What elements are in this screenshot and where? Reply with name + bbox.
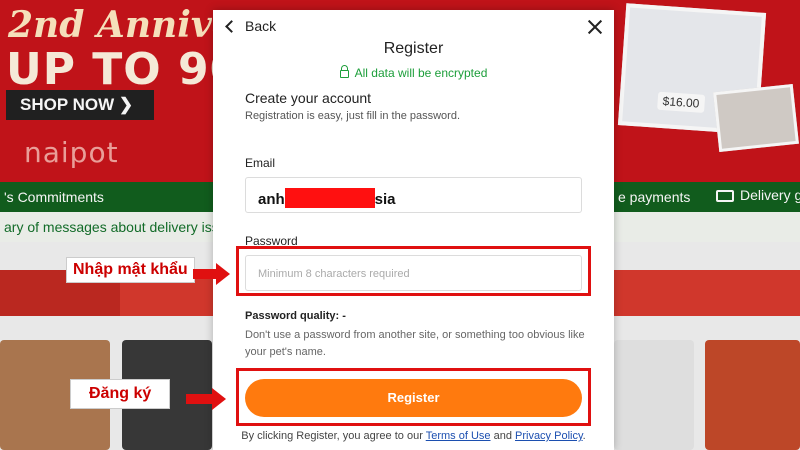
password-quality: Password quality: - <box>245 310 346 322</box>
back-button[interactable]: Back <box>223 18 276 34</box>
modal-title: Register <box>383 40 444 57</box>
chevron-left-icon <box>225 19 238 33</box>
password-highlight-box <box>236 246 591 296</box>
close-icon[interactable] <box>586 18 604 36</box>
privacy-policy-link[interactable]: Privacy Policy <box>515 430 583 442</box>
register-arrow-icon <box>186 388 226 410</box>
lock-icon <box>339 65 349 78</box>
section-subheading: Registration is easy, just fill in the p… <box>245 110 460 122</box>
encrypted-text: All data will be encrypted <box>354 66 488 80</box>
password-annotation-label: Nhập mật khẩu <box>66 257 195 283</box>
password-arrow-icon <box>193 263 230 285</box>
email-value-start: anh <box>258 191 285 208</box>
email-value-end: sia <box>374 191 396 208</box>
terms-note: By clicking Register, you agree to our T… <box>213 430 614 442</box>
register-highlight-box <box>236 368 591 426</box>
email-field[interactable]: anh sia <box>245 177 582 213</box>
register-annotation-label: Đăng ký <box>70 379 171 409</box>
terms-suffix: . <box>582 430 586 442</box>
email-label: Email <box>245 156 276 170</box>
email-value: anh sia <box>258 188 396 208</box>
terms-of-use-link[interactable]: Terms of Use <box>426 430 491 442</box>
terms-prefix: By clicking Register, you agree to our <box>241 430 423 442</box>
redaction-box <box>284 188 375 208</box>
section-heading: Create your account <box>245 90 372 106</box>
password-hint: Don't use a password from another site, … <box>245 329 585 358</box>
back-label: Back <box>245 18 277 34</box>
encrypted-note: All data will be encrypted <box>213 65 614 80</box>
terms-and: and <box>493 430 512 442</box>
